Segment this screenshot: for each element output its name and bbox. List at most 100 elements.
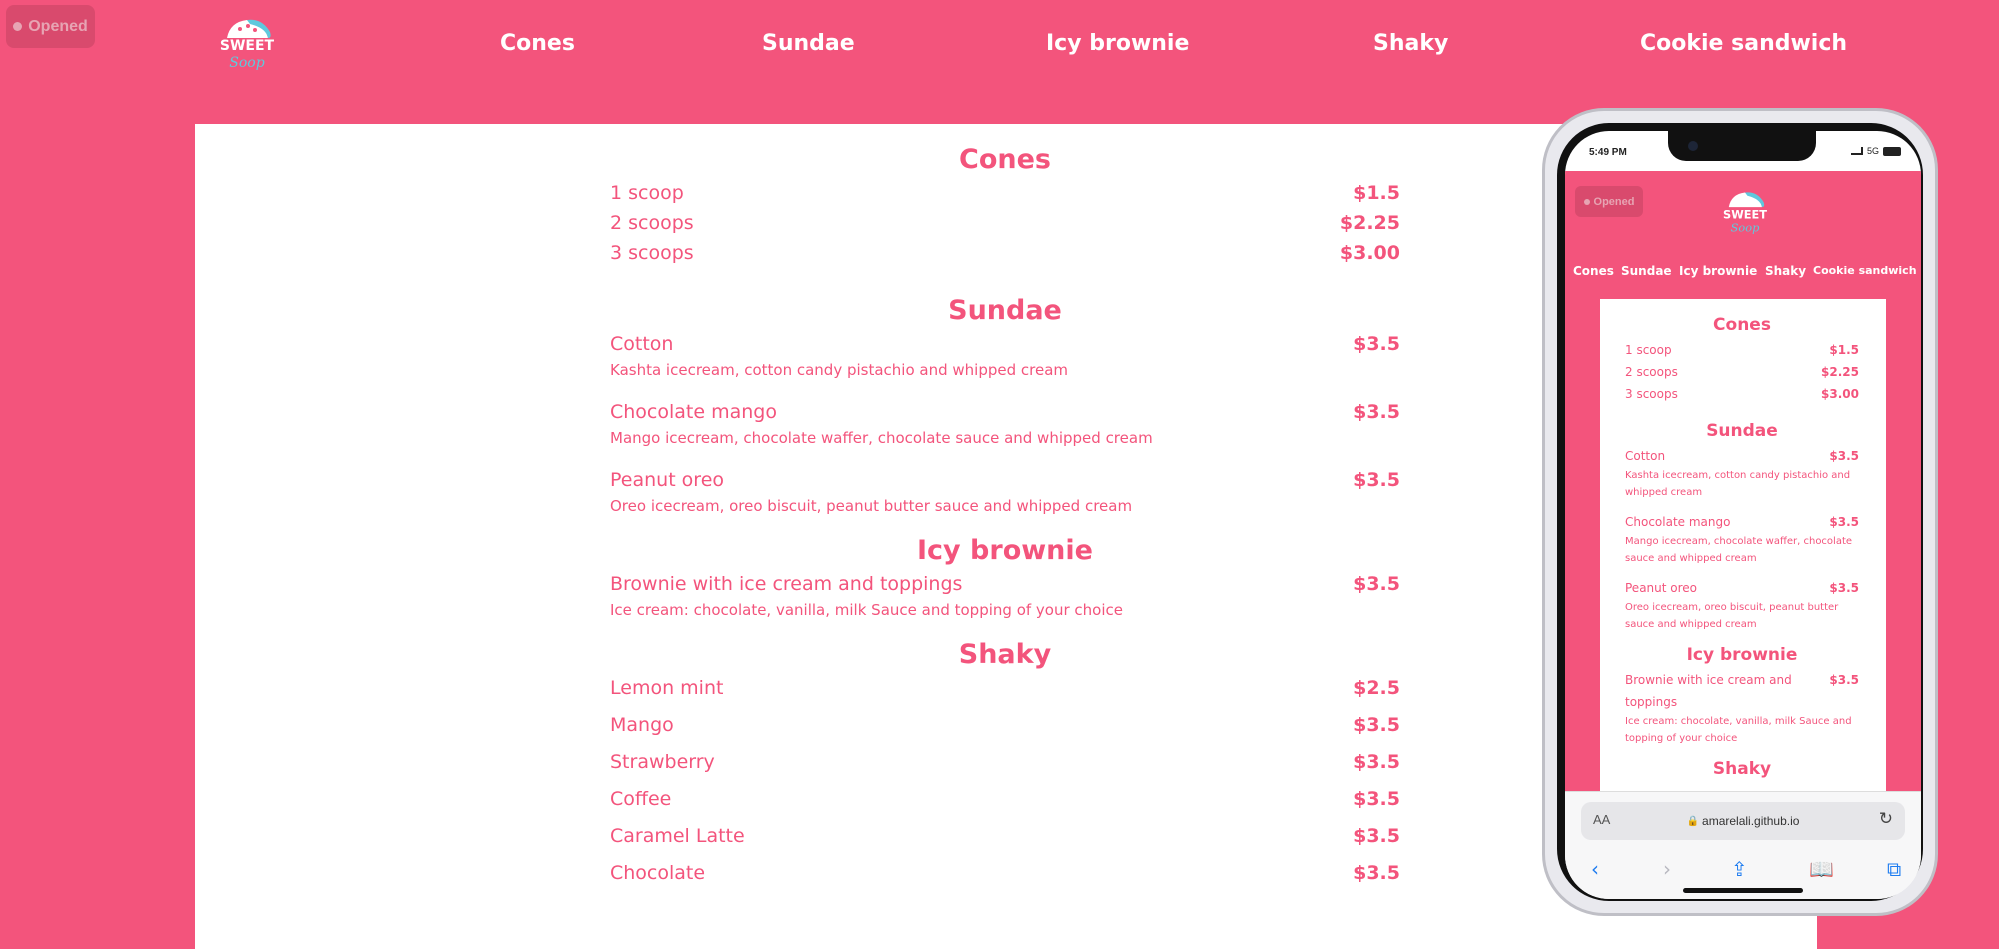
address-bar[interactable]: AA 🔒 amarelali.github.io ↻ — [1581, 802, 1905, 840]
menu-item: Cotton $3.5 — [610, 329, 1400, 359]
item-price: $3.00 — [1339, 242, 1400, 264]
phone-item-desc: Kashta icecream, cotton candy pistachio … — [1625, 470, 1851, 498]
item-price: $1.5 — [1353, 182, 1400, 204]
back-icon[interactable]: ‹ — [1591, 854, 1599, 884]
item-name: 3 scoops — [610, 242, 694, 264]
phone-nav-shaky[interactable]: Shaky — [1765, 261, 1806, 281]
bookmarks-icon[interactable]: 📖 — [1809, 854, 1834, 884]
phone-status-icons: 5G — [1850, 146, 1901, 156]
item-description: Kashta icecream, cotton candy pistachio … — [610, 361, 1069, 379]
item-price: $3.5 — [1353, 573, 1400, 595]
item-price: $3.5 — [1353, 401, 1400, 423]
menu-item: Caramel Latte $3.5 — [610, 821, 1400, 851]
phone-status-badge: Opened — [1575, 186, 1643, 217]
item-name: Strawberry — [610, 751, 715, 773]
phone-menu-card: Cones 1 scoop $1.5 2 scoops $2.25 3 scoops… — [1600, 299, 1886, 819]
phone-item-name: Peanut oreo — [1625, 581, 1698, 595]
safari-nav-icons: ‹ › ⇪ 📖 ⧉ — [1565, 854, 1921, 884]
item-name: Cotton — [610, 333, 674, 355]
phone-nav-icy-brownie[interactable]: Icy brownie — [1679, 261, 1757, 281]
phone-nav-sundae[interactable]: Sundae — [1621, 261, 1672, 281]
phone-item-price: $3.5 — [1829, 449, 1859, 463]
menu-content: Cones 1 scoop $1.5 2 scoops $2.25 3 scoops… — [610, 142, 1400, 888]
menu-item: Chocolate mango $3.5 — [610, 397, 1400, 427]
menu-item: 2 scoops $2.25 — [610, 208, 1400, 238]
item-name: Mango — [610, 714, 674, 736]
phone-item-desc: Mango icecream, chocolate waffer, chocol… — [1625, 536, 1853, 564]
lock-icon: 🔒 — [1686, 815, 1700, 827]
share-icon[interactable]: ⇪ — [1731, 854, 1748, 884]
phone-item-price: $2.25 — [1821, 365, 1859, 379]
item-name: Peanut oreo — [610, 469, 725, 491]
nav-link-shaky[interactable]: Shaky — [1373, 24, 1448, 64]
phone-nav: Cones Sundae Icy brownie Shaky Cookie sa… — [1565, 261, 1921, 281]
item-name: Coffee — [610, 788, 672, 810]
phone-item-name: Chocolate mango — [1625, 515, 1731, 529]
menu-item: Mango $3.5 — [610, 710, 1400, 740]
menu-item: Strawberry $3.5 — [610, 747, 1400, 777]
menu-item: Brownie with ice cream and toppings $3.5 — [610, 569, 1400, 599]
main-nav: Cones Sundae Icy brownie Shaky Cookie sa… — [0, 24, 1999, 64]
phone-item-desc: Oreo icecream, oreo biscuit, peanut butt… — [1625, 602, 1839, 630]
phone-section-icy-brownie: Icy brownie — [1686, 645, 1798, 665]
phone-item-name: Brownie with ice cream and toppings — [1625, 673, 1792, 709]
item-price: $3.5 — [1353, 788, 1400, 810]
item-description: Oreo icecream, oreo biscuit, peanut butt… — [610, 497, 1133, 515]
tabs-icon[interactable]: ⧉ — [1887, 854, 1901, 884]
phone-time: 5:49 PM — [1589, 147, 1627, 158]
phone-section-cones: Cones — [1713, 315, 1771, 335]
phone-item-desc: Ice cream: chocolate, vanilla, milk Sauc… — [1625, 716, 1852, 744]
nav-link-cookie-sandwich[interactable]: Cookie sandwich — [1640, 24, 1847, 64]
nav-link-sundae[interactable]: Sundae — [762, 24, 855, 64]
phone-nav-cones[interactable]: Cones — [1573, 261, 1614, 281]
safari-toolbar: AA 🔒 amarelali.github.io ↻ ‹ › ⇪ 📖 ⧉ — [1565, 791, 1921, 899]
item-price: $2.25 — [1339, 212, 1400, 234]
camera-icon — [1688, 141, 1698, 151]
item-price: $3.5 — [1353, 862, 1400, 884]
phone-item-price: $3.5 — [1829, 581, 1859, 595]
phone-page: Opened SWEET Soop Cones Sundae Icy brown… — [1565, 171, 1921, 819]
section-title-sundae: Sundae — [948, 295, 1062, 326]
phone-item-price: $1.5 — [1829, 343, 1859, 357]
item-name: Brownie with ice cream and toppings — [610, 573, 963, 595]
menu-item: 1 scoop $1.5 — [610, 178, 1400, 208]
section-title-shaky: Shaky — [958, 639, 1052, 670]
item-name: 2 scoops — [610, 212, 694, 234]
forward-icon[interactable]: › — [1663, 854, 1671, 884]
item-price: $3.5 — [1353, 751, 1400, 773]
phone-nav-cookie-sandwich[interactable]: Cookie sandwich — [1813, 261, 1917, 281]
item-price: $2.5 — [1353, 677, 1400, 699]
item-name: Lemon mint — [610, 677, 724, 699]
network-label: 5G — [1866, 146, 1879, 156]
phone-item-price: $3.5 — [1829, 515, 1859, 529]
phone-logo[interactable]: SWEET Soop — [1715, 187, 1775, 237]
url-text: amarelali.github.io — [1702, 814, 1800, 828]
home-indicator — [1683, 888, 1803, 893]
phone-mockup: 5:49 PM 5G Opened SWEET Soop Cones Sunda… — [1542, 108, 1938, 916]
item-name: Chocolate mango — [610, 401, 777, 423]
menu-item: 3 scoops $3.00 — [610, 238, 1400, 268]
menu-item: Coffee $3.5 — [610, 784, 1400, 814]
phone-notch — [1668, 131, 1816, 161]
phone-screen: 5:49 PM 5G Opened SWEET Soop Cones Sunda… — [1565, 131, 1921, 899]
section-title-icy-brownie: Icy brownie — [917, 535, 1093, 566]
item-price: $3.5 — [1353, 714, 1400, 736]
item-description: Ice cream: chocolate, vanilla, milk Sauc… — [610, 601, 1123, 619]
nav-link-cones[interactable]: Cones — [500, 24, 575, 64]
item-description: Mango icecream, chocolate waffer, chocol… — [610, 429, 1153, 447]
status-dot-icon — [1583, 198, 1590, 205]
item-price: $3.5 — [1353, 469, 1400, 491]
phone-item-name: Cotton — [1625, 449, 1666, 463]
menu-item: Lemon mint $2.5 — [610, 673, 1400, 703]
item-price: $3.5 — [1353, 825, 1400, 847]
reload-icon[interactable]: ↻ — [1879, 809, 1893, 829]
menu-item: Chocolate $3.5 — [610, 858, 1400, 888]
item-name: 1 scoop — [610, 182, 684, 204]
item-name: Chocolate — [610, 862, 706, 884]
phone-item-name: 2 scoops — [1625, 365, 1678, 379]
item-price: $3.5 — [1353, 333, 1400, 355]
nav-link-icy-brownie[interactable]: Icy brownie — [1046, 24, 1189, 64]
item-name: Caramel Latte — [610, 825, 745, 847]
text-size-button[interactable]: AA — [1593, 812, 1610, 827]
phone-logo-sweet: SWEET — [1723, 207, 1767, 221]
